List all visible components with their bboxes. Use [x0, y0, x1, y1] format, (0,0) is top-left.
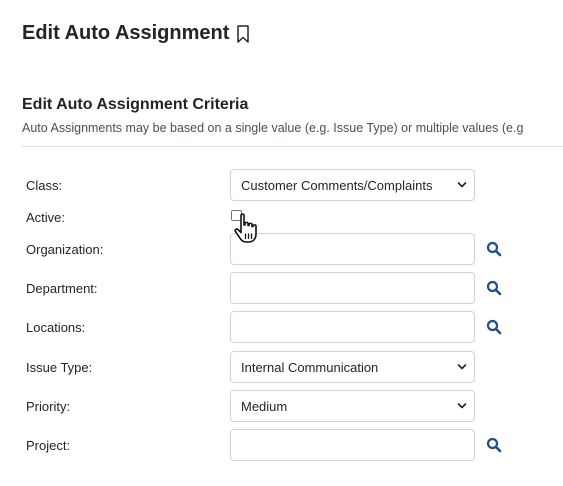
hand-cursor-icon — [234, 213, 257, 243]
bookmark-icon[interactable] — [235, 24, 251, 44]
page-title: Edit Auto Assignment — [22, 22, 251, 45]
locations-input[interactable] — [230, 311, 475, 343]
organization-input[interactable] — [230, 233, 475, 265]
chevron-down-icon — [457, 182, 467, 188]
section-description: Auto Assignments may be based on a singl… — [22, 121, 524, 135]
department-row: Department: — [0, 272, 563, 306]
page-title-text: Edit Auto Assignment — [22, 22, 230, 44]
organization-row: Organization: — [0, 233, 563, 267]
search-icon[interactable] — [486, 280, 502, 296]
search-icon[interactable] — [486, 319, 502, 335]
section-title: Edit Auto Assignment Criteria — [22, 96, 249, 113]
project-row: Project: — [0, 429, 563, 463]
chevron-down-icon — [457, 364, 467, 370]
active-row: Active: — [0, 202, 563, 236]
priority-label: Priority: — [26, 399, 71, 414]
priority-select-value: Medium — [241, 399, 288, 414]
locations-row: Locations: — [0, 311, 563, 345]
issue-type-row: Issue Type: Internal Communication — [0, 351, 563, 385]
issue-type-select-value: Internal Communication — [241, 360, 379, 375]
issue-type-label: Issue Type: — [26, 360, 93, 375]
department-label: Department: — [26, 281, 98, 296]
section-divider — [22, 146, 563, 147]
locations-label: Locations: — [26, 320, 86, 335]
search-icon[interactable] — [486, 437, 502, 453]
chevron-down-icon — [457, 403, 467, 409]
active-label: Active: — [26, 210, 66, 225]
priority-row: Priority: Medium — [0, 390, 563, 424]
department-input[interactable] — [230, 272, 475, 304]
priority-select[interactable]: Medium — [230, 390, 475, 422]
class-label: Class: — [26, 178, 63, 193]
project-label: Project: — [26, 438, 71, 453]
class-select-value: Customer Comments/Complaints — [241, 178, 433, 193]
organization-label: Organization: — [26, 242, 104, 257]
search-icon[interactable] — [486, 241, 502, 257]
project-input[interactable] — [230, 429, 475, 461]
class-row: Class: Customer Comments/Complaints — [0, 169, 563, 203]
issue-type-select[interactable]: Internal Communication — [230, 351, 475, 383]
class-select[interactable]: Customer Comments/Complaints — [230, 169, 475, 201]
